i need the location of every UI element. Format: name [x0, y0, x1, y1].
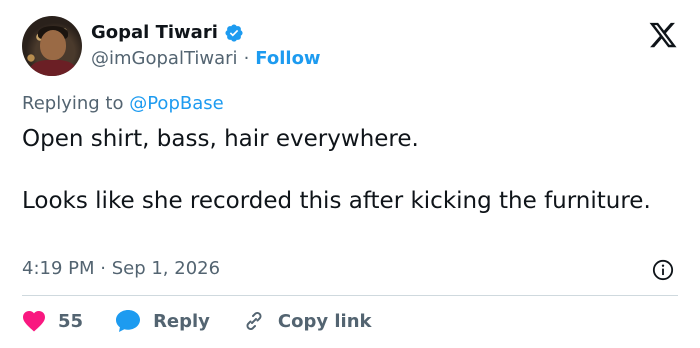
- heart-icon: [23, 311, 45, 332]
- author-display-name[interactable]: Gopal Tiwari: [91, 22, 218, 43]
- like-button[interactable]: 55: [22, 310, 83, 332]
- replying-to-mention[interactable]: @PopBase: [129, 93, 223, 114]
- separator-dot: ·: [243, 48, 250, 69]
- tweet-paragraph: Open shirt, bass, hair everywhere.: [22, 126, 419, 152]
- like-count: 55: [58, 310, 84, 332]
- tweet-text: Open shirt, bass, hair everywhere. Looks…: [22, 124, 662, 217]
- follow-button[interactable]: Follow: [255, 48, 320, 69]
- link-icon: [246, 312, 262, 330]
- info-icon[interactable]: [652, 259, 674, 281]
- avatar[interactable]: [22, 16, 82, 76]
- x-logo-icon[interactable]: [646, 20, 680, 50]
- copy-link-label: Copy link: [277, 310, 372, 332]
- replying-to-prefix: Replying to: [22, 93, 124, 114]
- reply-label: Reply: [153, 310, 210, 332]
- author-handle-row: @imGopalTiwari · Follow: [91, 48, 321, 69]
- copy-link-button[interactable]: Copy link: [242, 309, 372, 333]
- reply-button[interactable]: Reply: [115, 309, 210, 333]
- author-name-row: Gopal Tiwari: [91, 22, 244, 43]
- verified-badge-icon: [225, 23, 243, 42]
- tweet-timestamp[interactable]: 4:19 PM · Sep 1, 2026: [22, 258, 220, 279]
- tweet-actions: 55 Reply Copy link: [22, 306, 404, 336]
- divider: [22, 295, 678, 296]
- replying-to: Replying to @PopBase: [22, 93, 224, 114]
- avatar-shirt: [30, 60, 76, 76]
- author-handle[interactable]: @imGopalTiwari: [91, 48, 238, 69]
- avatar-face: [40, 30, 66, 60]
- speech-bubble-icon: [116, 310, 141, 332]
- tweet-paragraph: Looks like she recorded this after kicki…: [22, 188, 651, 214]
